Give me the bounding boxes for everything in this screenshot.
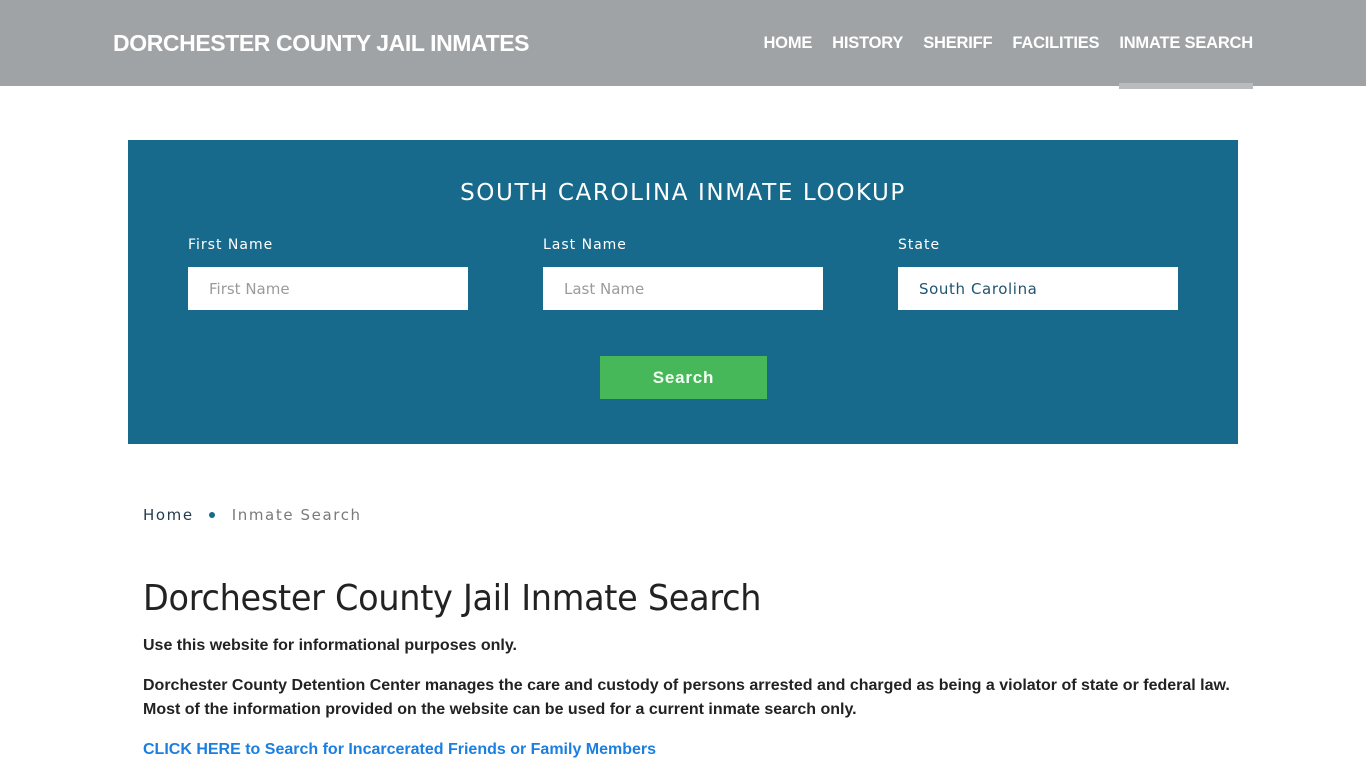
search-button[interactable]: Search xyxy=(600,356,767,399)
state-label: State xyxy=(898,237,941,253)
last-name-input[interactable] xyxy=(543,267,823,310)
state-input[interactable] xyxy=(898,267,1178,310)
first-name-field-group: First Name xyxy=(188,237,468,310)
lookup-title: SOUTH CAROLINA INMATE LOOKUP xyxy=(460,180,906,206)
disclaimer-text: Use this website for informational purpo… xyxy=(143,637,517,654)
search-friends-family-link[interactable]: CLICK HERE to Search for Incarcerated Fr… xyxy=(143,738,656,762)
breadcrumb-current: Inmate Search xyxy=(231,506,362,524)
breadcrumb-home[interactable]: Home xyxy=(143,506,194,524)
nav-facilities[interactable]: FACILITIES xyxy=(1012,0,1099,86)
last-name-field-group: Last Name xyxy=(543,237,823,310)
nav-sheriff[interactable]: SHERIFF xyxy=(923,0,992,86)
first-name-label: First Name xyxy=(188,237,274,253)
last-name-label: Last Name xyxy=(543,237,627,253)
nav-history[interactable]: HISTORY xyxy=(832,0,903,86)
breadcrumb-separator-dot xyxy=(208,512,215,518)
site-logo-link[interactable]: DORCHESTER COUNTY JAIL INMATES xyxy=(113,30,530,57)
page-title: Dorchester County Jail Inmate Search xyxy=(143,578,762,619)
state-field-group: State xyxy=(898,237,1178,310)
description-text: Dorchester County Detention Center manag… xyxy=(143,677,1230,718)
breadcrumb: Home Inmate Search xyxy=(143,506,362,524)
first-name-input[interactable] xyxy=(188,267,468,310)
nav-home[interactable]: HOME xyxy=(763,0,812,86)
site-header: DORCHESTER COUNTY JAIL INMATES HOME HIST… xyxy=(0,0,1366,89)
main-nav: HOME HISTORY SHERIFF FACILITIES INMATE S… xyxy=(743,0,1253,89)
nav-inmate-search[interactable]: INMATE SEARCH xyxy=(1119,0,1253,89)
